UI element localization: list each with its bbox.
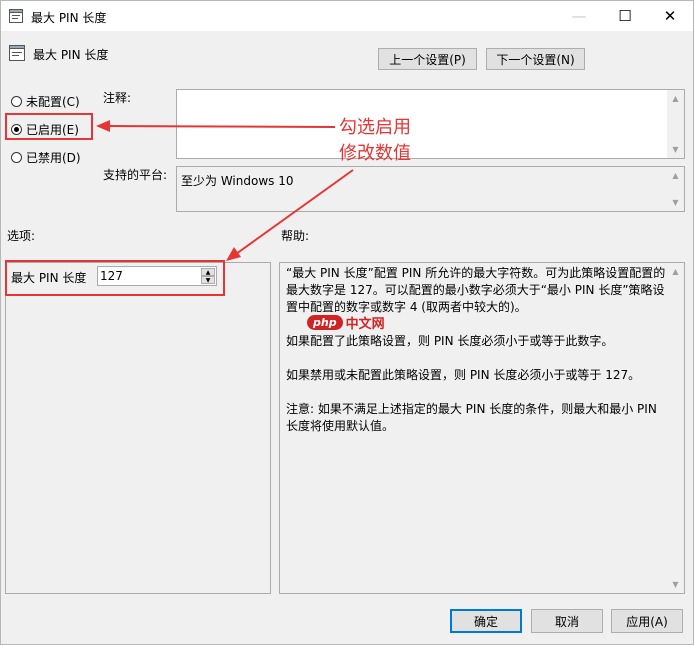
arrow-to-enabled [105,125,336,128]
annotation-arrows [96,120,354,261]
arrow-head-icon [96,120,110,132]
arrow-head-icon [226,247,241,261]
arrow-to-value [235,169,354,255]
